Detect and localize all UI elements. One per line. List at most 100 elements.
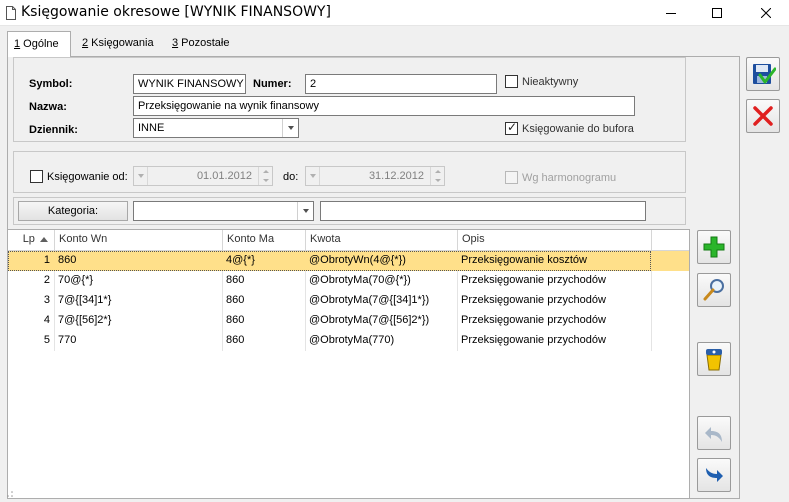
nieaktywny-label: Nieaktywny xyxy=(522,76,579,88)
cancel-button[interactable] xyxy=(746,99,780,133)
undo-arrow-icon xyxy=(705,427,722,442)
tab-ksiegowania-label: Księgowania xyxy=(88,37,154,49)
tab-ogolne[interactable]: 1 Ogólne xyxy=(7,31,71,57)
cell-lp: 2 xyxy=(43,274,50,286)
table-row[interactable]: 4 7@{[56]2*} 860 @ObrotyMa(7@{[56]2*}) P… xyxy=(8,311,689,331)
cell-lp: 5 xyxy=(43,334,50,346)
column-header-opis[interactable]: Opis xyxy=(458,230,652,250)
cell-konto-wn: 770 xyxy=(58,334,77,346)
kategoria-description-field[interactable] xyxy=(320,201,646,221)
column-header-konto-ma[interactable]: Konto Ma xyxy=(223,230,306,250)
date-from-dropdown-icon xyxy=(134,167,148,185)
dziennik-value: INNE xyxy=(138,122,165,134)
plus-icon xyxy=(703,236,725,258)
sort-ascending-icon xyxy=(40,237,48,242)
ksiegowanie-od-checkbox-box[interactable] xyxy=(30,170,43,183)
cell-konto-wn: 7@{[56]2*} xyxy=(58,314,112,326)
cell-kwota: @ObrotyMa(70@{*}) xyxy=(309,274,411,286)
tab-pozostale-label: Pozostałe xyxy=(178,37,230,49)
cell-konto-wn: 860 xyxy=(58,254,77,266)
do-label: do: xyxy=(283,171,299,183)
resize-grip-icon[interactable] xyxy=(6,490,14,498)
kategoria-combo[interactable] xyxy=(133,201,314,221)
cell-opis: Przeksięgowanie przychodów xyxy=(461,274,606,286)
numer-field[interactable]: 2 xyxy=(305,74,497,94)
column-header-lp[interactable]: Lp xyxy=(8,230,55,250)
date-to-dropdown-icon xyxy=(306,167,320,185)
trash-bin-icon xyxy=(706,349,722,371)
cell-konto-ma: 860 xyxy=(226,274,245,286)
close-button[interactable] xyxy=(743,0,789,26)
view-button[interactable] xyxy=(697,273,731,307)
cell-lp: 1 xyxy=(43,254,50,266)
tab-ogolne-label: Ogólne xyxy=(20,38,59,50)
ksiegowania-table[interactable]: Lp Konto Wn Konto Ma Kwota Opis 1 860 4@… xyxy=(7,229,690,499)
delete-button[interactable] xyxy=(697,342,731,376)
cell-lp: 4 xyxy=(43,314,50,326)
cell-konto-ma: 860 xyxy=(226,294,245,306)
cell-lp: 3 xyxy=(43,294,50,306)
date-from-field: 01.01.2012 xyxy=(133,166,273,186)
cell-konto-ma: 860 xyxy=(226,334,245,346)
date-from-spinner xyxy=(258,167,272,185)
cell-konto-wn: 7@{[34]1*} xyxy=(58,294,112,306)
date-from-value: 01.01.2012 xyxy=(196,170,252,182)
table-row[interactable]: 2 70@{*} 860 @ObrotyMa(70@{*}) Przeksięg… xyxy=(8,271,689,291)
cell-konto-ma: 860 xyxy=(226,314,245,326)
cell-konto-ma: 4@{*} xyxy=(226,254,255,266)
ksiegowanie-od-label: Księgowanie od: xyxy=(47,171,128,183)
checkmark-icon: ✓ xyxy=(507,120,518,134)
symbol-label: Symbol: xyxy=(29,78,73,90)
nieaktywny-checkbox-box[interactable] xyxy=(505,75,518,88)
bufor-checkbox[interactable]: ✓ xyxy=(505,120,518,138)
cell-kwota: @ObrotyMa(7@{[34]1*}) xyxy=(309,294,430,306)
cell-opis: Przeksięgowanie przychodów xyxy=(461,334,606,346)
chevron-down-icon[interactable] xyxy=(297,202,313,220)
tab-ksiegowania[interactable]: 2 Księgowania xyxy=(76,33,160,55)
nieaktywny-checkbox[interactable] xyxy=(505,75,518,91)
nazwa-label: Nazwa: xyxy=(29,101,67,113)
table-row[interactable]: 3 7@{[34]1*} 860 @ObrotyMa(7@{[34]1*}) P… xyxy=(8,291,689,311)
window-title: Księgowanie okresowe [WYNIK FINANSOWY] xyxy=(21,4,331,20)
column-header-konto-wn[interactable]: Konto Wn xyxy=(55,230,223,250)
redo-button[interactable] xyxy=(697,458,731,492)
undo-button[interactable] xyxy=(697,416,731,450)
bufor-label: Księgowanie do bufora xyxy=(522,123,634,135)
harmonogram-label: Wg harmonogramu xyxy=(522,172,617,184)
close-icon xyxy=(761,8,771,18)
add-button[interactable] xyxy=(697,230,731,264)
harmonogram-checkbox-box xyxy=(505,171,518,184)
save-icon xyxy=(753,64,776,84)
document-icon xyxy=(6,6,16,20)
kategoria-button[interactable]: Kategoria: xyxy=(18,201,128,221)
save-button[interactable] xyxy=(746,57,780,91)
cancel-x-icon xyxy=(753,106,773,126)
cell-opis: Przeksięgowanie kosztów xyxy=(461,254,587,266)
date-to-value: 31.12.2012 xyxy=(368,170,424,182)
dziennik-combo[interactable]: INNE xyxy=(133,118,299,138)
cell-kwota: @ObrotyWn(4@{*}) xyxy=(309,254,406,266)
cell-opis: Przeksięgowanie przychodów xyxy=(461,294,606,306)
ksiegowanie-od-checkbox[interactable] xyxy=(30,170,43,186)
tab-pozostale[interactable]: 3 Pozostałe xyxy=(166,33,236,55)
cell-konto-wn: 70@{*} xyxy=(58,274,94,286)
numer-label: Numer: xyxy=(253,78,292,90)
bufor-checkbox-box[interactable]: ✓ xyxy=(505,120,518,135)
column-header-kwota[interactable]: Kwota xyxy=(306,230,458,250)
maximize-icon xyxy=(712,8,722,18)
table-row[interactable]: 5 770 860 @ObrotyMa(770) Przeksięgowanie… xyxy=(8,331,689,351)
chevron-down-icon[interactable] xyxy=(282,119,298,137)
magnifier-icon xyxy=(703,279,724,301)
maximize-button[interactable] xyxy=(694,0,740,26)
dziennik-label: Dziennik: xyxy=(29,124,78,136)
column-header-lp-label: Lp xyxy=(22,233,35,245)
minimize-button[interactable] xyxy=(648,0,694,26)
symbol-field[interactable]: WYNIK FINANSOWY xyxy=(133,74,246,94)
cell-opis: Przeksięgowanie przychodów xyxy=(461,314,606,326)
nazwa-field[interactable]: Przeksięgowanie na wynik finansowy xyxy=(133,96,635,116)
cell-kwota: @ObrotyMa(770) xyxy=(309,334,395,346)
title-bar: Księgowanie okresowe [WYNIK FINANSOWY] xyxy=(0,0,789,26)
cell-kwota: @ObrotyMa(7@{[56]2*}) xyxy=(309,314,430,326)
harmonogram-checkbox xyxy=(505,171,518,187)
table-row[interactable]: 1 860 4@{*} @ObrotyWn(4@{*}) Przeksięgow… xyxy=(8,251,689,271)
